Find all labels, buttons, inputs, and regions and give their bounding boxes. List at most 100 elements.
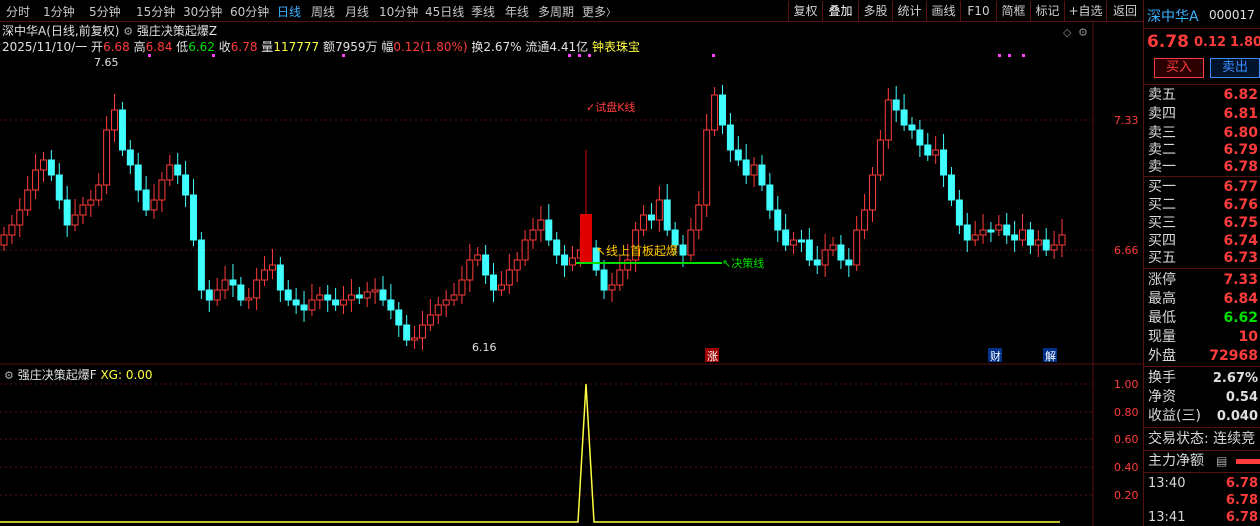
candle-body [205, 289, 213, 301]
candle-body [805, 239, 813, 261]
candle-body [253, 279, 261, 299]
candle-body [1050, 244, 1058, 251]
bid-row-2[interactable]: 买二 6.76 [1146, 196, 1260, 215]
candle-body [466, 259, 474, 281]
candle-body [647, 214, 655, 221]
candle-body [316, 294, 324, 301]
finance-flag-text: 财 [990, 349, 1001, 363]
candle-body [663, 199, 671, 231]
unlock-flag-text: 解 [1045, 349, 1056, 363]
bid-row-1[interactable]: 买一 6.77 [1146, 178, 1260, 197]
sell-button[interactable]: 卖出 [1210, 58, 1260, 78]
candle-body [103, 129, 111, 186]
tick-time: 13:41 [1148, 510, 1186, 525]
tick-price: 6.78 [1225, 510, 1258, 525]
stat-value: 6.62 [1223, 310, 1258, 326]
bid-label: 买三 [1148, 215, 1176, 231]
low-marker-label: 6.16 [472, 341, 497, 354]
candle-body [158, 179, 166, 201]
candle-body [1011, 234, 1019, 241]
candle-body [497, 284, 505, 291]
candle-body [426, 314, 434, 326]
kline-chart[interactable]: 7.65 6.16 ✓试盘K线 ↖线上首板起爆 ↖决策线 涨 财 解 7.33 … [0, 0, 1143, 526]
ask-label: 卖一 [1148, 159, 1176, 175]
candle-body [608, 284, 616, 291]
tick-row: 13:41 6.78 [1146, 508, 1260, 526]
candle-body [829, 244, 837, 251]
divider [1144, 366, 1260, 367]
candle-body [790, 239, 798, 246]
candle-body [932, 149, 940, 156]
indicator-axis-label: 1.00 [1114, 378, 1139, 391]
bid-price: 6.76 [1223, 197, 1258, 213]
signal-marker [712, 54, 715, 57]
candle-body [71, 214, 79, 226]
candle-body [213, 289, 221, 301]
candle-body [876, 139, 884, 176]
candle-body [750, 164, 758, 176]
sub-indicator-name[interactable]: 强庄决策起爆F [18, 368, 97, 382]
candle-body [545, 219, 553, 241]
trade-status-text: 交易状态: 连续竞 [1148, 431, 1256, 447]
bid-row-5[interactable]: 买五 6.73 [1146, 249, 1260, 268]
candle-body [529, 229, 537, 241]
buy-button[interactable]: 买入 [1154, 58, 1204, 78]
sub-indicator-toggle-icon[interactable]: ⚙ [4, 369, 14, 382]
ask-row-1[interactable]: 卖一 6.78 [1146, 158, 1260, 177]
limit-up-flag-text: 涨 [707, 350, 718, 363]
candle-body [134, 164, 142, 191]
candle-body [87, 199, 95, 206]
candle-body [513, 259, 521, 271]
stat-row: 最高 6.84 [1146, 290, 1260, 309]
settings-icon[interactable]: ⚙ [1078, 26, 1088, 39]
signal-marker [568, 54, 571, 57]
stat-label: 最低 [1148, 310, 1176, 326]
current-price: 6.78 [1147, 32, 1189, 52]
candle-body [474, 254, 482, 261]
signal-marker [1008, 54, 1011, 57]
signal-marker [998, 54, 1001, 57]
candle-body [655, 199, 663, 221]
candle-body [126, 149, 134, 166]
diamond-icon[interactable]: ◇ [1063, 26, 1072, 39]
trial-kline-label: ✓试盘K线 [586, 100, 635, 114]
price-change: 0.12 [1194, 35, 1227, 50]
stat-value: 72968 [1209, 348, 1258, 364]
candle-body [166, 164, 174, 181]
bid-row-3[interactable]: 买三 6.75 [1146, 214, 1260, 233]
stat-row: 最低 6.62 [1146, 309, 1260, 328]
candle-body [395, 309, 403, 326]
candle-body [766, 184, 774, 211]
ask-row-4[interactable]: 卖四 6.81 [1146, 105, 1260, 124]
candle-body [418, 324, 426, 339]
decision-line-label: ↖决策线 [722, 256, 764, 270]
candle-body [1058, 234, 1066, 246]
quote-panel: 深中华A 000017 6.78 0.12 1.80 买入 卖出 卖五 6.82 … [1143, 0, 1260, 526]
divider [1144, 268, 1260, 269]
candle-body [411, 337, 419, 341]
candle-body [908, 124, 916, 131]
ask-row-5[interactable]: 卖五 6.82 [1146, 86, 1260, 105]
candle-body [482, 254, 490, 276]
candle-body [640, 214, 648, 231]
main-net-row[interactable]: 主力净额 ▤ [1146, 452, 1260, 471]
sub-indicator-title: ⚙ 强庄决策起爆F XG: 0.00 [4, 366, 153, 383]
indicator-axis-label: 0.60 [1114, 433, 1139, 446]
candle-body [718, 94, 726, 126]
candle-body [0, 234, 8, 246]
candle-body [979, 229, 987, 236]
menu-icon[interactable]: ▤ [1216, 452, 1227, 471]
stat-value: 0.040 [1216, 409, 1258, 424]
candle-body [403, 324, 411, 341]
candle-body [837, 244, 845, 261]
bid-price: 6.75 [1223, 215, 1258, 231]
candle-body [355, 294, 363, 299]
candle-body [600, 269, 608, 291]
candle-body [458, 279, 466, 296]
stat-row: 涨停 7.33 [1146, 271, 1260, 290]
candle-body [174, 164, 182, 176]
candle-body [505, 269, 513, 286]
candle-body [797, 239, 805, 243]
xg-value: XG: 0.00 [100, 368, 153, 382]
stat-label: 净资 [1148, 389, 1176, 405]
